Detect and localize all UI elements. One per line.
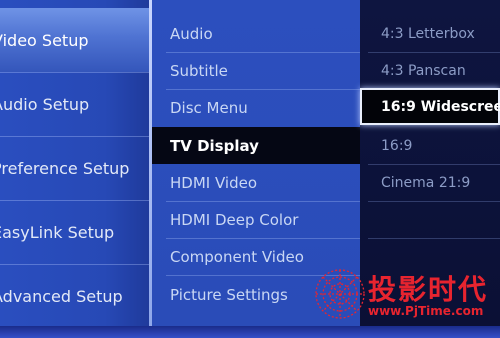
settings-screen: Video Setup Audio Setup Preference Setup… — [0, 0, 500, 338]
divider — [368, 201, 500, 202]
mid-menu-item-label: Component Video — [170, 247, 304, 266]
option-16-9-widescreen[interactable]: 16:9 Widescreen — [360, 88, 500, 125]
mid-menu-item-subtitle[interactable]: Subtitle — [152, 52, 360, 89]
option-4-3-letterbox[interactable]: 4:3 Letterbox — [360, 15, 500, 52]
mid-menu-item-audio[interactable]: Audio — [152, 15, 360, 52]
left-menu-item-video-setup[interactable]: Video Setup — [0, 8, 150, 72]
left-menu-item-easylink-setup[interactable]: EasyLink Setup — [0, 200, 150, 264]
option-label: 16:9 Widescreen — [381, 98, 500, 115]
left-menu: Video Setup Audio Setup Preference Setup… — [0, 0, 150, 326]
mid-menu-item-label: Picture Settings — [170, 285, 288, 304]
option-label: 4:3 Panscan — [381, 62, 466, 79]
bottom-bar — [0, 326, 500, 338]
option-label: 16:9 — [381, 137, 413, 154]
watermark-chinese-text: 投影时代 — [368, 273, 489, 306]
mid-menu-item-label: TV Display — [170, 136, 259, 155]
mid-menu-item-disc-menu[interactable]: Disc Menu — [152, 89, 360, 126]
left-menu-item-audio-setup[interactable]: Audio Setup — [0, 72, 150, 136]
mid-menu-item-hdmi-deep-color[interactable]: HDMI Deep Color — [152, 201, 360, 238]
watermark-url: www.PjTime.com — [368, 304, 484, 318]
mid-menu-item-label: Audio — [170, 24, 213, 43]
mid-menu-item-label: Subtitle — [170, 61, 228, 80]
left-menu-item-label: Video Setup — [0, 30, 89, 50]
left-menu-item-preference-setup[interactable]: Preference Setup — [0, 136, 150, 200]
mid-menu-item-label: HDMI Video — [170, 173, 257, 192]
left-menu-item-advanced-setup[interactable]: Advanced Setup — [0, 264, 150, 328]
left-menu-item-label: Audio Setup — [0, 94, 90, 114]
option-cinema-21-9[interactable]: Cinema 21:9 — [360, 164, 500, 201]
left-menu-item-label: Preference Setup — [0, 158, 130, 178]
option-label: 4:3 Letterbox — [381, 25, 475, 42]
left-menu-item-label: EasyLink Setup — [0, 222, 115, 242]
divider — [368, 238, 500, 239]
watermark-logo-icon — [315, 269, 365, 319]
mid-menu-item-hdmi-video[interactable]: HDMI Video — [152, 164, 360, 201]
mid-menu-item-tv-display[interactable]: TV Display — [152, 127, 360, 164]
mid-menu-item-label: HDMI Deep Color — [170, 210, 299, 229]
watermark: 投影时代 www.PjTime.com — [310, 262, 500, 326]
option-label: Cinema 21:9 — [381, 174, 471, 191]
left-menu-item-label: Advanced Setup — [0, 286, 123, 306]
option-16-9[interactable]: 16:9 — [360, 127, 500, 164]
mid-menu-item-label: Disc Menu — [170, 98, 248, 117]
option-4-3-panscan[interactable]: 4:3 Panscan — [360, 52, 500, 89]
